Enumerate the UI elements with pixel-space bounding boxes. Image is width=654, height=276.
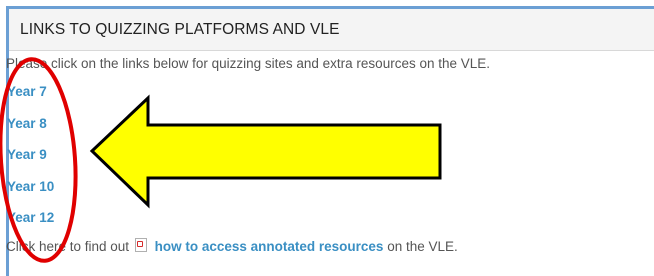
list-item: Year 9 (7, 146, 54, 178)
year-12-link[interactable]: Year 12 (7, 210, 54, 225)
footer-prefix: Click here to find out (6, 239, 130, 254)
footer-text: Click here to find out how to access ann… (6, 238, 458, 254)
list-item: Year 10 (7, 178, 54, 210)
year-7-link[interactable]: Year 7 (7, 84, 47, 99)
links-panel: LINKS TO QUIZZING PLATFORMS AND VLE (6, 6, 654, 276)
intro-text: Please click on the links below for quiz… (6, 56, 491, 71)
list-item: Year 7 (7, 83, 54, 115)
pdf-icon (134, 238, 147, 252)
footer-suffix: on the VLE. (387, 239, 458, 254)
year-9-link[interactable]: Year 9 (7, 147, 47, 162)
year-10-link[interactable]: Year 10 (7, 179, 54, 194)
year-link-list: Year 7 Year 8 Year 9 Year 10 Year 12 (7, 83, 54, 241)
list-item: Year 8 (7, 115, 54, 147)
panel-header: LINKS TO QUIZZING PLATFORMS AND VLE (9, 9, 654, 51)
panel-title: LINKS TO QUIZZING PLATFORMS AND VLE (20, 21, 340, 38)
year-8-link[interactable]: Year 8 (7, 116, 47, 131)
annotated-resources-link[interactable]: how to access annotated resources (155, 239, 384, 254)
list-item: Year 12 (7, 209, 54, 241)
